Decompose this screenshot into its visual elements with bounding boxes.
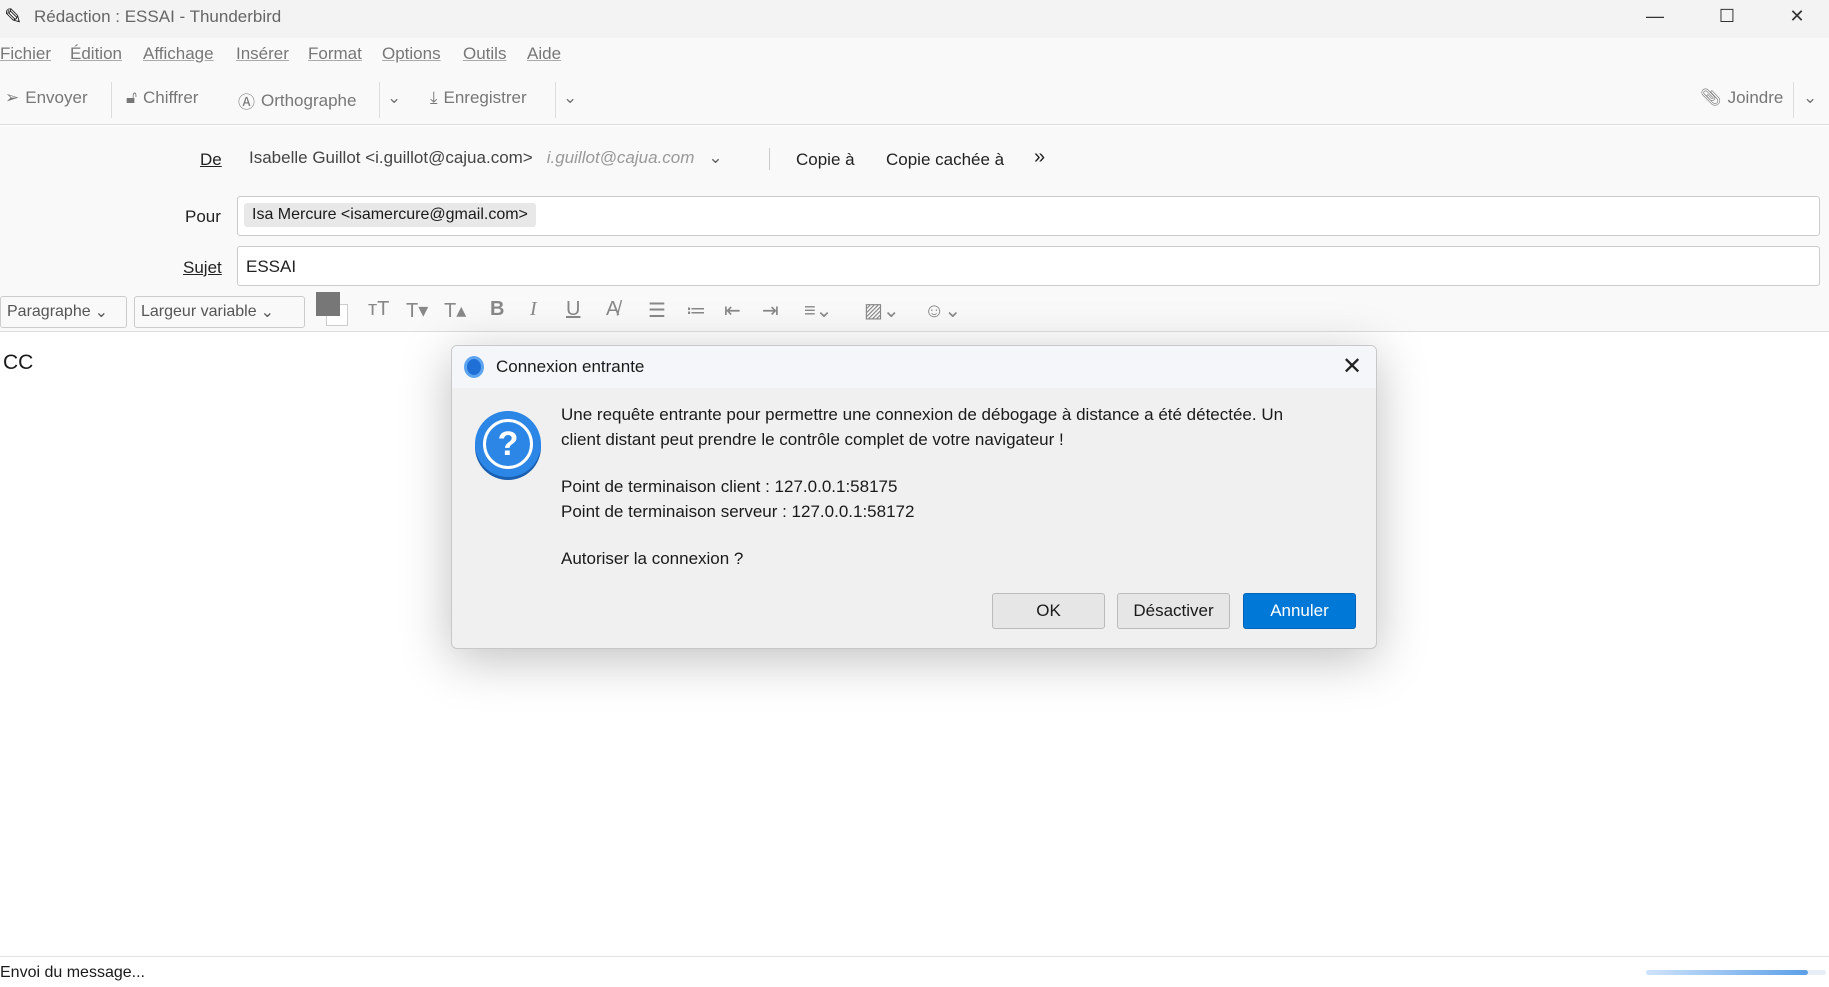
to-label: Pour [185,207,221,226]
bcc-button[interactable]: Copie cachée à [886,150,1004,170]
server-endpoint: Point de terminaison serveur : 127.0.0.1… [561,502,915,521]
menu-options[interactable]: Options [382,44,441,64]
cc-button[interactable]: Copie à [796,150,855,170]
dialog-message: Une requête entrante pour permettre une … [561,402,1283,571]
pencil-icon: ✎ [4,4,23,29]
insert-image-icon[interactable]: ▨⌄ [864,298,900,323]
minimize-button[interactable]: — [1620,0,1690,32]
divider [379,82,380,118]
chevron-down-icon: ⌄ [387,88,402,107]
title-bar: ✎ Rédaction : ESSAI - Thunderbird — ☐ ✕ [0,0,1829,38]
unlock-icon: 🔓︎ [126,88,138,107]
smaller-text-icon[interactable]: T▾ [406,298,428,323]
menu-bar: Fichier Édition Affichage Insérer Format… [0,38,1829,74]
paragraph-select[interactable]: Paragraphe ⌄ [0,296,127,328]
from-label: De [200,150,222,169]
font-size-reset-icon[interactable]: ᴛT [368,298,389,321]
main-toolbar: ➢ Envoyer 🔓︎ Chiffrer Ⓐ Orthographe ⌄ ⤓ Enre… [0,74,1829,125]
from-value: Isabelle Guillot <i.guillot@cajua.com> [249,148,533,167]
align-icon[interactable]: ≡⌄ [804,298,832,323]
maximize-button[interactable]: ☐ [1692,0,1762,32]
dialog-title: Connexion entrante [496,357,645,376]
chevron-down-icon: ⌄ [1803,88,1818,107]
from-identity: i.guillot@cajua.com [546,148,695,167]
recipient-pill[interactable]: Isa Mercure <isamercure@gmail.com> [244,203,536,227]
bold-icon[interactable]: B [490,298,504,321]
menu-aide[interactable]: Aide [527,44,561,64]
indent-icon[interactable]: ⇥ [762,298,779,323]
progress-bar [1646,970,1826,975]
color-picker[interactable] [316,292,352,328]
ok-button[interactable]: OK [992,593,1105,629]
menu-fichier[interactable]: Fichier [0,44,51,64]
save-dropdown[interactable]: ⌄ [563,88,577,108]
attach-button[interactable]: 📎︎ Joindre [1700,88,1783,108]
thunderbird-icon [464,356,484,378]
status-bar: Envoi du message... [0,956,1829,987]
menu-format[interactable]: Format [308,44,362,64]
status-text: Envoi du message... [0,964,145,981]
font-select[interactable]: Largeur variable ⌄ [134,296,305,328]
larger-text-icon[interactable]: T▴ [444,298,466,323]
client-endpoint: Point de terminaison client : 127.0.0.1:… [561,477,898,496]
divider [555,82,556,118]
close-window-button[interactable]: ✕ [1762,0,1829,32]
dialog-close-button[interactable]: ✕ [1342,352,1362,381]
to-field[interactable]: Isa Mercure <isamercure@gmail.com> [237,196,1820,236]
spellcheck-icon: Ⓐ [238,93,255,112]
more-recipients-icon[interactable]: » [1034,146,1045,169]
chevron-down-icon: ⌄ [260,304,275,321]
send-button[interactable]: ➢ Envoyer [5,88,88,108]
disable-button[interactable]: Désactiver [1117,593,1230,629]
send-icon: ➢ [5,88,20,107]
emoji-icon[interactable]: ☺⌄ [924,298,961,323]
outdent-icon[interactable]: ⇤ [724,298,741,323]
subject-input[interactable]: ESSAI [237,246,1820,286]
incoming-connection-dialog: Connexion entrante ✕ ? Une requête entra… [451,345,1377,649]
divider [769,148,770,170]
encrypt-button[interactable]: 🔓︎ Chiffrer [126,88,198,108]
dialog-title-bar: Connexion entrante ✕ [452,346,1376,388]
save-button[interactable]: ⤓ Enregistrer [430,88,527,108]
remove-formatting-icon[interactable]: A̸ [606,298,619,321]
numbered-list-icon[interactable]: ≔ [686,298,706,323]
menu-outils[interactable]: Outils [463,44,506,64]
window-title: Rédaction : ESSAI - Thunderbird [34,7,282,26]
text-color-swatch [316,292,340,316]
chevron-down-icon: ⌄ [94,304,109,321]
divider [1793,82,1794,118]
italic-icon[interactable]: I [530,298,537,321]
menu-edition[interactable]: Édition [70,44,122,64]
divider [111,82,112,118]
attach-dropdown[interactable]: ⌄ [1803,88,1817,108]
chevron-down-icon: ⌄ [708,148,723,167]
menu-inserer[interactable]: Insérer [236,44,289,64]
spelling-button[interactable]: Ⓐ Orthographe [238,88,356,113]
paperclip-icon: 📎︎ [1700,88,1722,107]
cancel-button[interactable]: Annuler [1243,593,1356,629]
from-selector[interactable]: Isabelle Guillot <i.guillot@cajua.com> i… [249,148,723,168]
spelling-dropdown[interactable]: ⌄ [387,88,401,108]
underline-icon[interactable]: U [566,298,580,321]
subject-value: ESSAI [246,257,297,276]
question-icon: ? [475,411,541,477]
question-text: Autoriser la connexion ? [561,549,744,568]
subject-label: Sujet [183,258,222,277]
download-icon: ⤓ [430,88,438,107]
bullet-list-icon[interactable]: ☰ [648,298,666,323]
chevron-down-icon: ⌄ [563,88,578,107]
body-text: CC [3,351,34,374]
menu-affichage[interactable]: Affichage [143,44,214,64]
progress-fill [1646,970,1808,975]
